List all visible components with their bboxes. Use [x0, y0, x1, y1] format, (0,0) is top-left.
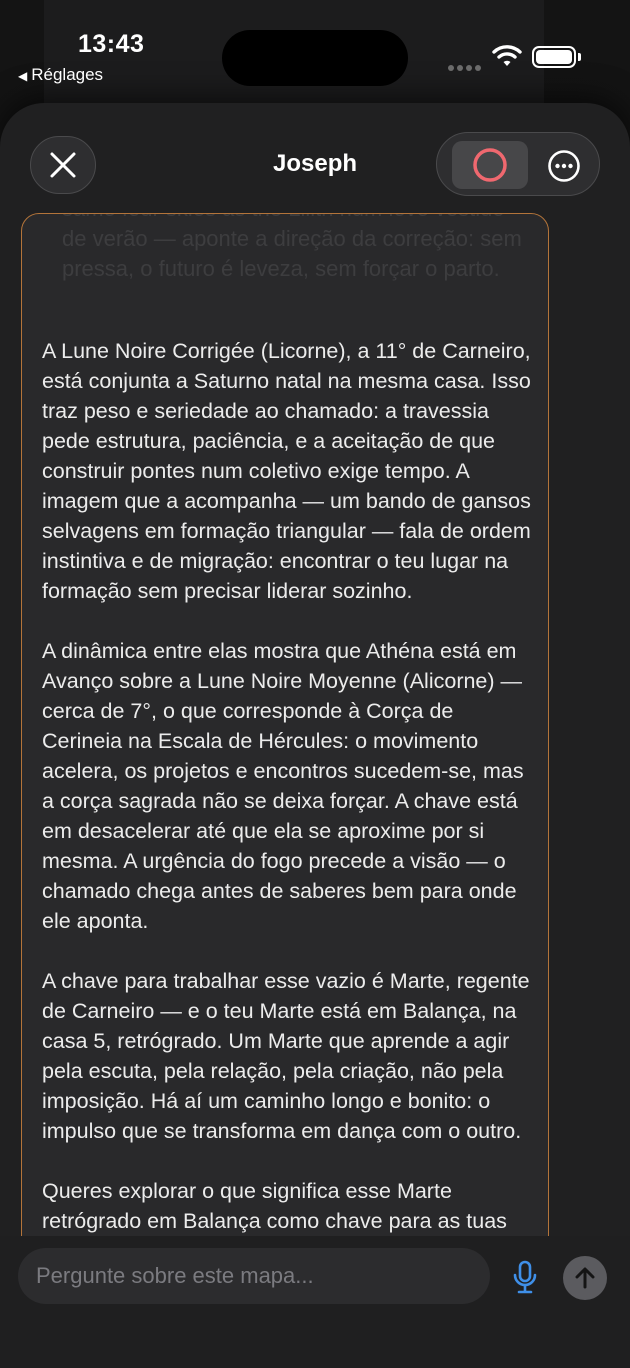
back-app-label: Réglages	[31, 65, 104, 84]
message-paragraph: A dinâmica entre elas mostra que Athéna …	[42, 639, 524, 933]
close-icon	[50, 152, 76, 178]
question-input[interactable]	[18, 1248, 490, 1304]
close-button[interactable]	[30, 136, 96, 194]
record-button[interactable]	[452, 141, 528, 189]
message-paragraph: A chave para trabalhar esse vazio é Mart…	[42, 969, 530, 1143]
header-actions-pill	[436, 132, 600, 196]
scrolled-previous-text: Hoje: Vênus faz facilmente com Lua para …	[62, 214, 522, 281]
status-time: 13:43	[78, 30, 145, 58]
microphone-button[interactable]	[508, 1258, 542, 1298]
assistant-message-bubble: Hoje: Vênus faz facilmente com Lua para …	[21, 213, 549, 1337]
more-options-icon	[548, 150, 580, 182]
battery-cap	[578, 53, 581, 61]
more-options-button[interactable]	[545, 147, 583, 185]
chat-title: Joseph	[272, 150, 358, 177]
wifi-icon	[492, 44, 522, 73]
status-bar: 13:43 ◀ Réglages	[0, 0, 630, 100]
battery-icon	[532, 46, 576, 68]
send-button[interactable]	[563, 1256, 607, 1300]
message-paragraph: A Lune Noire Corrigée (Licorne), a 11° d…	[42, 339, 531, 603]
signal-dots-icon	[448, 58, 484, 76]
back-triangle-icon: ◀	[18, 69, 28, 83]
chat-sheet: Hoje: Vênus faz facilmente com Lua para …	[0, 103, 630, 1368]
assistant-message-text: A Lune Noire Corrigée (Licorne), a 11° d…	[42, 336, 536, 1266]
back-to-settings-link[interactable]: ◀ Réglages	[18, 65, 103, 85]
record-icon	[473, 148, 507, 182]
microphone-icon	[513, 1260, 537, 1294]
dynamic-island	[222, 30, 408, 86]
send-arrow-up-icon	[575, 1267, 595, 1289]
